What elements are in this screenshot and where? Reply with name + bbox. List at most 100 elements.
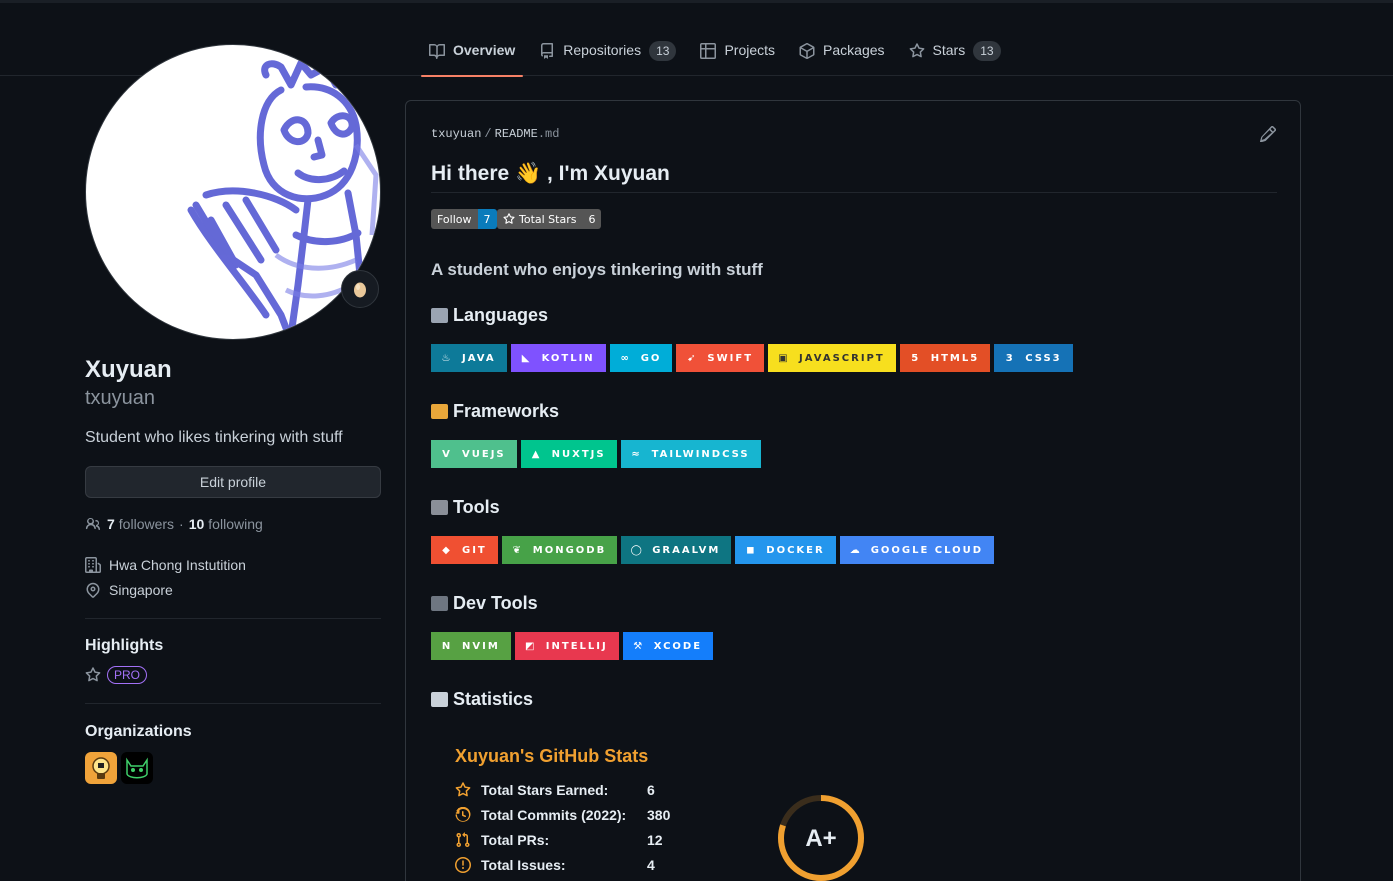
issue-icon [455, 857, 471, 873]
book-icon [429, 43, 445, 59]
kotlin-badge[interactable]: ◣ KOTLIN [510, 344, 606, 372]
followers-count[interactable]: 7 [107, 516, 115, 532]
stat-label: Total PRs: [481, 832, 550, 848]
readme-file-ext: .md [537, 127, 560, 141]
javascript-badge[interactable]: ▣ JAVASCRIPT [768, 344, 896, 372]
badge-label: JAVASCRIPT [799, 352, 885, 364]
swift-badge[interactable]: ➹ SWIFT [676, 344, 765, 372]
stat-row: Total Issues: 4 [455, 857, 655, 873]
star-icon [455, 782, 471, 797]
follow-shield[interactable]: Follow 7 [431, 209, 497, 229]
stat-row: Total Stars Earned: 6 [455, 782, 655, 798]
organization-item: Hwa Chong Instutition [85, 557, 246, 573]
tailwind-icon: ≈ [631, 448, 640, 460]
stars-count: 13 [973, 41, 1001, 61]
tab-packages[interactable]: Packages [791, 30, 892, 76]
badge-label: DOCKER [766, 544, 825, 556]
tab-overview[interactable]: Overview [421, 30, 524, 77]
tab-list: Overview Repositories 13 Projects Packag… [421, 30, 1017, 77]
total-stars-shield-text: Total Stars [519, 212, 577, 226]
google-cloud-icon: ☁ [849, 544, 860, 556]
tab-stars-label: Stars [932, 42, 966, 58]
readme-subtitle: A student who enjoys tinkering with stuf… [431, 260, 763, 279]
repositories-count: 13 [649, 41, 677, 61]
follow-shield-label: Follow [431, 209, 478, 229]
avatar[interactable] [85, 44, 381, 340]
badge-label: CSS3 [1025, 352, 1062, 364]
devtools-heading: Dev Tools [431, 593, 538, 614]
profile-name: Xuyuan [85, 356, 172, 383]
statistics-heading-label: Statistics [453, 689, 534, 709]
badge-label: GOOGLE CLOUD [870, 544, 984, 556]
total-stars-shield-value: 6 [582, 209, 602, 229]
avatar-drawing [187, 59, 379, 339]
computer-icon [431, 596, 448, 611]
docker-badge[interactable]: ◼ DOCKER [735, 536, 836, 564]
tab-overview-label: Overview [453, 42, 516, 58]
following-label[interactable]: following [208, 516, 262, 532]
intellij-badge[interactable]: ◩ INTELLIJ [514, 632, 619, 660]
tab-repositories[interactable]: Repositories 13 [531, 30, 684, 76]
swift-icon: ➹ [687, 352, 696, 364]
grade-label: A+ [805, 825, 836, 852]
badge-label: JAVA [462, 352, 496, 364]
readme-owner-link[interactable]: txuyuan [431, 127, 481, 141]
grade-ring: A+ [778, 795, 864, 881]
tools-heading: Tools [431, 497, 500, 518]
readme-panel: txuyuan / README.md Hi there 👋 , I'm Xuyua… [405, 100, 1301, 881]
edit-profile-button[interactable]: Edit profile [85, 466, 381, 498]
nuxtjs-badge[interactable]: ▲ NUXTJS [520, 440, 617, 468]
package-icon [799, 43, 815, 59]
cat-icon [126, 757, 148, 779]
tab-projects[interactable]: Projects [692, 30, 783, 76]
badge-label: KOTLIN [541, 352, 595, 364]
readme-breadcrumb: txuyuan / README.md [431, 127, 559, 141]
neovim-icon: N [441, 640, 451, 652]
profile-bio: Student who likes tinkering with stuff [85, 429, 343, 446]
following-count[interactable]: 10 [189, 516, 205, 532]
go-icon: ∞ [620, 352, 629, 364]
xcode-badge[interactable]: ⚒ XCODE [622, 632, 714, 660]
go-badge[interactable]: ∞ GO [609, 344, 673, 372]
follow-shield-value: 7 [477, 209, 497, 229]
org-avatar-lightbulb[interactable] [85, 752, 117, 784]
vuejs-badge[interactable]: V VUEJS [431, 440, 517, 468]
stat-row: Total PRs: 12 [455, 832, 663, 848]
git-icon: ◆ [442, 544, 450, 556]
heading-rule [431, 192, 1277, 193]
docker-icon: ◼ [746, 544, 755, 556]
stat-value: 6 [647, 782, 655, 798]
css3-icon: 3 [1005, 352, 1013, 364]
followers-label[interactable]: followers [119, 516, 174, 532]
devtools-heading-label: Dev Tools [453, 593, 538, 613]
org-avatar-cat[interactable] [121, 752, 153, 784]
css3-badge[interactable]: 3 CSS3 [994, 344, 1073, 372]
tools-badges: ◆ GIT ❦ MONGODB ◯ GRAALVM ◼ DOCKER ☁ GOOGLE CLOUD [431, 536, 998, 564]
badge-label: MONGODB [532, 544, 607, 556]
badge-label: XCODE [653, 640, 703, 652]
html5-badge[interactable]: 5 HTML5 [899, 344, 991, 372]
badge-label: GIT [462, 544, 487, 556]
nvim-badge[interactable]: N NVIM [431, 632, 511, 660]
chart-increasing-icon [431, 692, 448, 707]
readme-file-name[interactable]: README [495, 127, 538, 141]
languages-heading: Languages [431, 305, 548, 326]
sidebar-divider [85, 618, 381, 619]
tailwindcss-badge[interactable]: ≈ TAILWINDCSS [620, 440, 761, 468]
google-cloud-badge[interactable]: ☁ GOOGLE CLOUD [839, 536, 995, 564]
stat-label: Total Commits (2022): [481, 807, 627, 823]
table-icon [700, 43, 717, 59]
html5-icon: 5 [911, 352, 919, 364]
status-emoji-button[interactable] [341, 270, 379, 308]
stat-label: Total Stars Earned: [481, 782, 609, 798]
tab-stars[interactable]: Stars 13 [901, 30, 1009, 76]
star-icon [909, 43, 924, 58]
mongodb-badge[interactable]: ❦ MONGODB [501, 536, 618, 564]
pencil-icon[interactable] [1260, 126, 1276, 142]
total-stars-shield[interactable]: Total Stars 6 [497, 209, 602, 229]
git-badge[interactable]: ◆ GIT [431, 536, 498, 564]
java-badge[interactable]: ♨ JAVA [431, 344, 507, 372]
graalvm-badge[interactable]: ◯ GRAALVM [621, 536, 732, 564]
badge-label: GO [640, 352, 662, 364]
pro-badge[interactable]: PRO [107, 666, 148, 684]
